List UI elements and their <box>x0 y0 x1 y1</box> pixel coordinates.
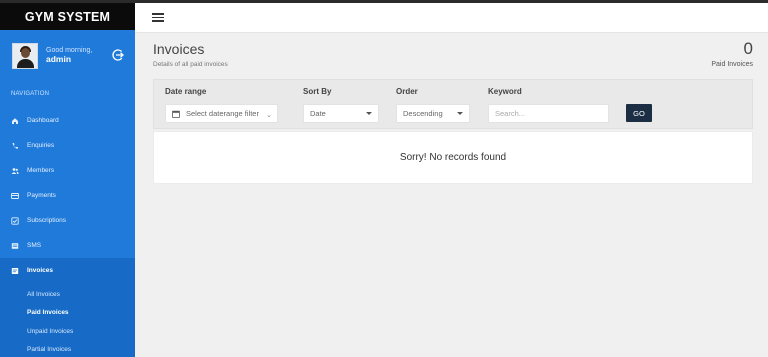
avatar[interactable] <box>12 42 38 69</box>
phone-icon <box>11 142 19 150</box>
submenu-item-partial-invoices[interactable]: Partial Invoices <box>0 341 135 357</box>
top-bar <box>135 3 768 33</box>
user-panel: Good morning, admin <box>0 30 135 81</box>
sms-icon <box>11 242 19 250</box>
sidebar-item-enquiries[interactable]: Enquiries <box>0 133 135 158</box>
invoice-icon <box>11 267 19 275</box>
date-range-label: Date range <box>165 87 207 96</box>
filter-panel: Date range Select daterange filter ⌄ Sor… <box>153 79 753 129</box>
submenu-item-unpaid-invoices[interactable]: Unpaid Invoices <box>0 322 135 341</box>
brand-logo[interactable]: GYM SYSTEM <box>0 3 135 30</box>
order-value: Descending <box>403 109 443 118</box>
page-subtitle: Details of all paid invoices <box>153 61 228 68</box>
sidebar-item-invoices[interactable]: Invoices <box>0 258 135 283</box>
chevron-down-icon: ⌄ <box>266 112 272 119</box>
sidebar-item-label: Invoices <box>27 267 54 274</box>
paid-invoices-count-label: Paid Invoices <box>711 61 753 68</box>
date-range-input[interactable]: Select daterange filter ⌄ <box>165 104 278 123</box>
users-icon <box>11 167 19 175</box>
sidebar-item-label: Members <box>27 167 55 174</box>
order-label: Order <box>396 87 418 96</box>
sidebar-item-label: Dashboard <box>27 117 59 124</box>
sidebar: GYM SYSTEM Good morning, admin NAVIGATIO… <box>0 3 135 357</box>
credit-card-icon <box>11 192 19 200</box>
paid-invoices-count: 0 <box>743 39 753 58</box>
sidebar-item-sms[interactable]: SMS <box>0 233 135 258</box>
menu-toggle-icon[interactable] <box>152 13 164 22</box>
keyword-placeholder: Search... <box>495 109 526 118</box>
sidebar-item-label: SMS <box>27 242 42 249</box>
go-button[interactable]: GO <box>626 104 652 122</box>
sidebar-item-label: Enquiries <box>27 142 55 149</box>
submenu-item-paid-invoices[interactable]: Paid Invoices <box>0 304 135 323</box>
sidebar-item-dashboard[interactable]: Dashboard <box>0 108 135 133</box>
main-content: Invoices Details of all paid invoices 0 … <box>135 33 768 357</box>
sidebar-item-label: Subscriptions <box>27 217 67 224</box>
page-title: Invoices <box>153 41 205 57</box>
user-greeting: Good morning, admin <box>46 47 92 65</box>
username: admin <box>46 53 72 64</box>
submenu-item-all-invoices[interactable]: All Invoices <box>0 285 135 304</box>
sidebar-item-label: Payments <box>27 192 56 199</box>
order-select[interactable]: Descending <box>396 104 470 123</box>
logout-icon[interactable] <box>111 48 125 62</box>
invoices-submenu: All Invoices Paid Invoices Unpaid Invoic… <box>0 283 135 357</box>
check-square-icon <box>11 216 19 225</box>
keyword-search-input[interactable]: Search... <box>488 104 609 123</box>
caret-down-icon <box>366 112 372 115</box>
keyword-label: Keyword <box>488 87 522 96</box>
sidebar-item-subscriptions[interactable]: Subscriptions <box>0 208 135 233</box>
sidebar-item-payments[interactable]: Payments <box>0 183 135 208</box>
nav-section-label: NAVIGATION <box>11 91 50 97</box>
home-icon <box>11 117 19 125</box>
calendar-icon <box>172 110 180 118</box>
sort-by-select[interactable]: Date <box>303 104 379 123</box>
sort-by-value: Date <box>310 109 326 118</box>
results-panel: Sorry! No records found <box>153 131 753 184</box>
sidebar-item-members[interactable]: Members <box>0 158 135 183</box>
caret-down-icon <box>457 112 463 115</box>
sort-by-label: Sort By <box>303 87 332 96</box>
date-range-placeholder: Select daterange filter <box>186 109 259 118</box>
empty-state-message: Sorry! No records found <box>399 152 507 163</box>
